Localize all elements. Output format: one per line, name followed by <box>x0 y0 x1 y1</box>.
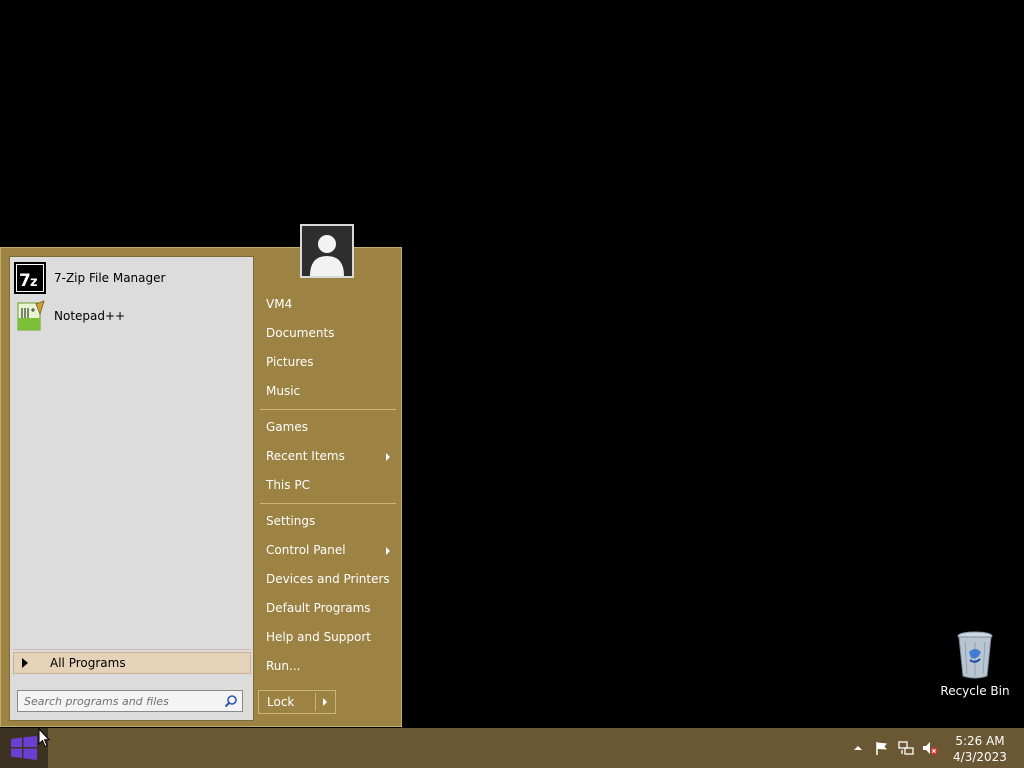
7zip-icon: 7 z <box>14 262 46 294</box>
taskbar: 5:26 AM 4/3/2023 <box>0 728 1024 768</box>
lock-button-label: Lock <box>267 695 295 709</box>
places-item-label: Recent Items <box>266 449 345 463</box>
places-separator <box>260 503 396 504</box>
submenu-arrow-icon <box>386 453 390 461</box>
all-programs-label: All Programs <box>50 656 126 670</box>
lock-button-divider <box>315 693 316 711</box>
places-item-documents[interactable]: Documents <box>266 322 396 344</box>
pinned-item-7zip[interactable]: 7 z 7-Zip File Manager <box>14 261 250 295</box>
network-icon[interactable] <box>898 740 914 756</box>
places-item-control-panel[interactable]: Control Panel <box>266 539 396 561</box>
places-item-label: Games <box>266 420 308 434</box>
places-item-this-pc[interactable]: This PC <box>266 474 396 496</box>
user-account-picture[interactable] <box>300 224 354 278</box>
all-programs-divider <box>13 649 251 650</box>
places-item-settings[interactable]: Settings <box>266 510 396 532</box>
places-item-recent-items[interactable]: Recent Items <box>266 445 396 467</box>
recycle-bin-shortcut[interactable]: Recycle Bin <box>938 630 1012 698</box>
places-item-run[interactable]: Run... <box>266 655 396 677</box>
start-menu-programs-pane: 7 z 7-Zip File Manager Notepad++ All Pro… <box>9 256 254 721</box>
power-options-arrow-icon[interactable] <box>323 698 327 706</box>
pinned-item-notepad-plus-plus[interactable]: Notepad++ <box>14 299 250 333</box>
places-item-default-programs[interactable]: Default Programs <box>266 597 396 619</box>
places-item-label: VM4 <box>266 297 293 311</box>
places-separator <box>260 409 396 410</box>
places-item-label: Default Programs <box>266 601 371 615</box>
mouse-cursor-icon <box>38 728 50 748</box>
volume-muted-icon[interactable] <box>922 740 938 756</box>
search-input[interactable] <box>18 691 220 711</box>
submenu-arrow-icon <box>386 547 390 555</box>
recycle-bin-label: Recycle Bin <box>940 684 1010 698</box>
places-item-label: This PC <box>266 478 310 492</box>
places-item-vm4[interactable]: VM4 <box>266 293 396 315</box>
clock-time: 5:26 AM <box>955 734 1005 748</box>
places-item-label: Pictures <box>266 355 314 369</box>
svg-text:z: z <box>30 275 38 290</box>
places-item-label: Run... <box>266 659 301 673</box>
search-box[interactable] <box>17 690 243 712</box>
taskbar-clock[interactable]: 5:26 AM 4/3/2023 <box>948 733 1012 765</box>
places-item-devices-and-printers[interactable]: Devices and Printers <box>266 568 396 590</box>
places-item-help-and-support[interactable]: Help and Support <box>266 626 396 648</box>
user-avatar-icon <box>302 226 352 276</box>
places-item-label: Help and Support <box>266 630 371 644</box>
lock-button[interactable]: Lock <box>258 690 336 714</box>
recycle-bin-icon <box>957 631 993 679</box>
all-programs-button[interactable]: All Programs <box>13 652 251 674</box>
system-tray <box>850 728 946 768</box>
pinned-item-label: 7-Zip File Manager <box>54 271 166 285</box>
places-item-label: Control Panel <box>266 543 346 557</box>
places-item-label: Documents <box>266 326 335 340</box>
clock-date: 4/3/2023 <box>953 750 1007 764</box>
windows-logo-icon <box>11 736 37 760</box>
places-item-pictures[interactable]: Pictures <box>266 351 396 373</box>
places-item-label: Settings <box>266 514 316 528</box>
notepad-plus-plus-icon <box>17 300 45 331</box>
places-item-label: Music <box>266 384 301 398</box>
search-icon[interactable] <box>224 694 238 708</box>
action-center-flag-icon[interactable] <box>874 740 890 756</box>
pinned-item-label: Notepad++ <box>54 309 126 323</box>
show-hidden-icons-icon[interactable] <box>850 740 866 756</box>
expand-triangle-icon <box>22 658 28 668</box>
places-item-music[interactable]: Music <box>266 380 396 402</box>
places-item-label: Devices and Printers <box>266 572 390 586</box>
places-item-games[interactable]: Games <box>266 416 396 438</box>
